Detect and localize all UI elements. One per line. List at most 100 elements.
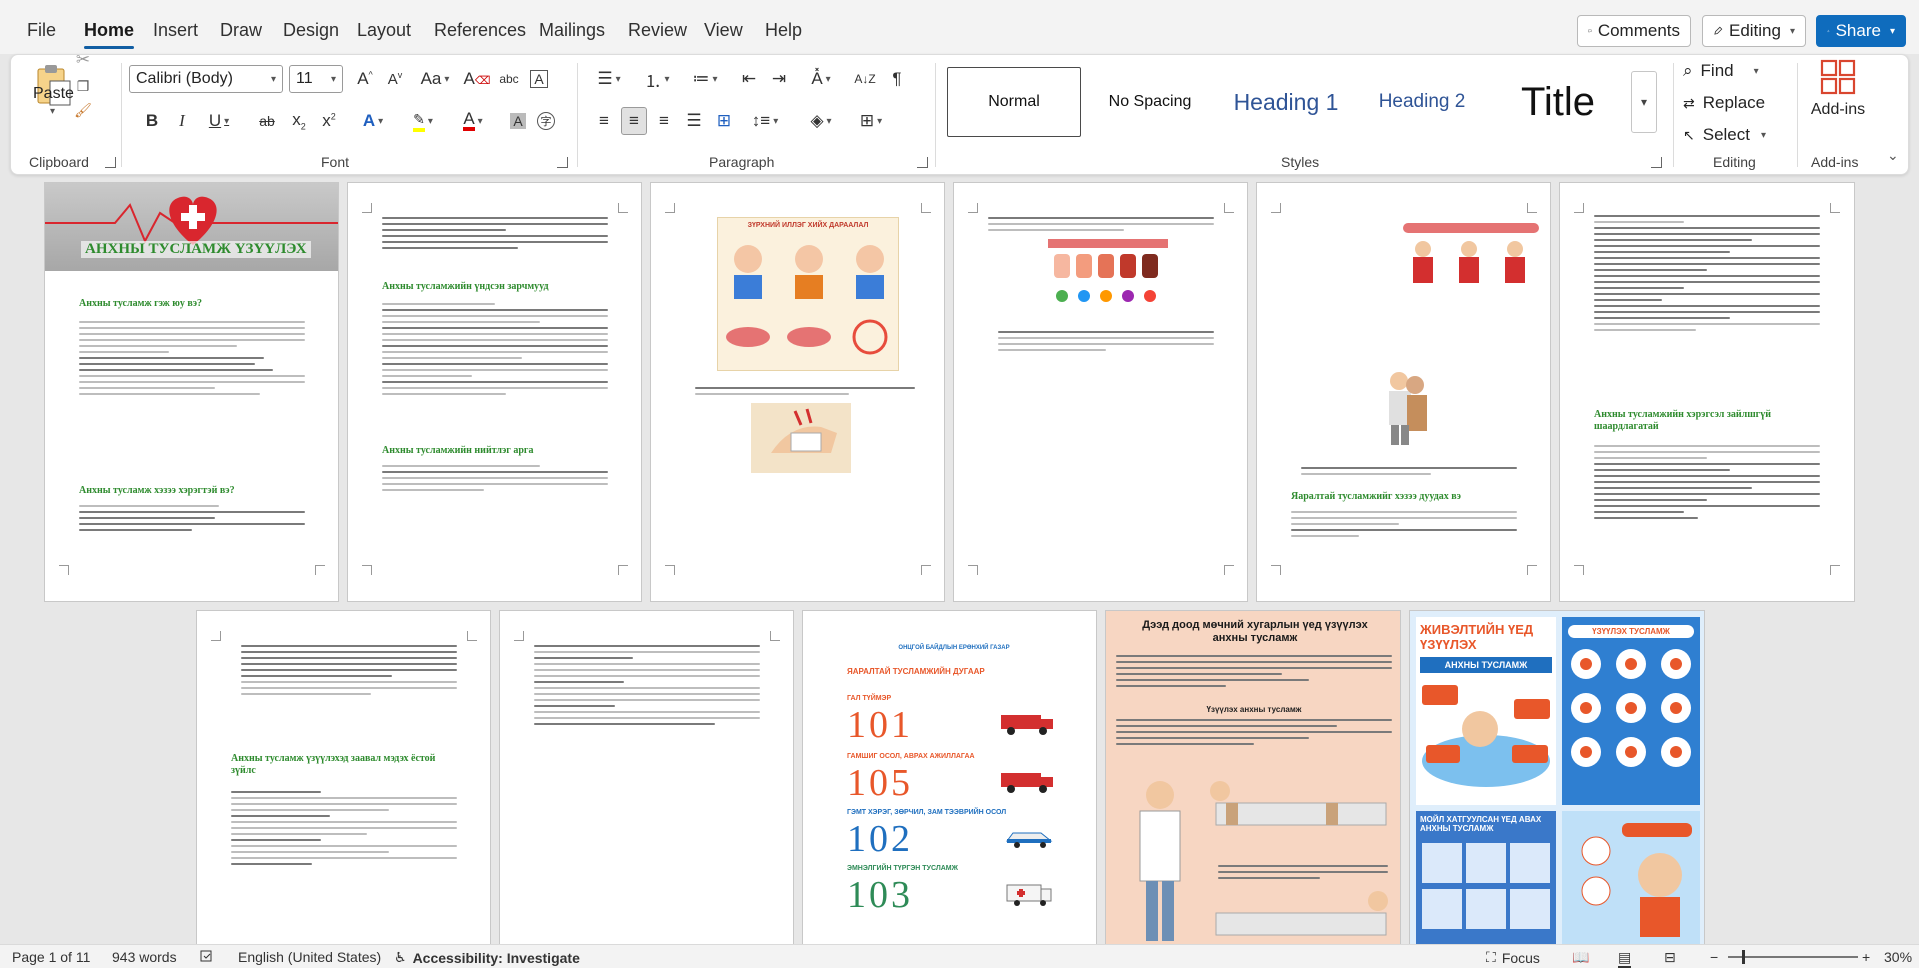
shading-button[interactable]: ◈ ▾ <box>801 107 841 135</box>
distributed-button[interactable]: ⊞ <box>711 107 737 135</box>
zoom-slider-thumb[interactable] <box>1742 950 1745 964</box>
focus-button[interactable]: ⛶ Focus <box>1486 949 1540 966</box>
document-canvas[interactable]: АНХНЫ ТУСЛАМЖ ҮЗҮҮЛЭХ Анхны тусламж гэж … <box>0 180 1919 944</box>
borders-button[interactable]: ⊞ ▾ <box>851 107 891 135</box>
align-left-button[interactable]: ≡ <box>591 107 617 135</box>
comments-button[interactable]: Comments <box>1577 15 1691 47</box>
clear-formatting-button[interactable]: A⌫ <box>463 65 491 93</box>
superscript-button[interactable]: x2 <box>315 107 343 135</box>
page-thumbnail-2[interactable]: Анхны тусламжийн үндсэн зарчмууд Анхны т… <box>347 182 642 602</box>
page-count[interactable]: Page 1 of 11 <box>12 949 90 965</box>
underline-button[interactable]: U ▾ <box>199 107 239 135</box>
show-marks-button[interactable]: ¶ <box>883 65 911 93</box>
bullets-button[interactable]: ☰ ▾ <box>589 65 629 93</box>
tab-layout[interactable]: Layout <box>357 20 411 41</box>
style-no-spacing[interactable]: No Spacing <box>1083 67 1217 137</box>
tab-home[interactable]: Home <box>84 20 135 49</box>
page5-body-text-2 <box>1291 511 1517 541</box>
character-shading-button[interactable]: A <box>505 107 531 135</box>
page-thumbnail-7[interactable]: Анхны тусламж үзүүлэхэд заавал мэдэх ёст… <box>196 610 491 944</box>
font-color-button[interactable]: A ▾ <box>453 107 493 135</box>
style-title[interactable]: Title <box>1491 67 1625 137</box>
tab-mailings[interactable]: Mailings <box>539 20 605 41</box>
dialog-launcher-icon[interactable] <box>105 157 116 168</box>
select-button[interactable]: ↖ Select ▾ <box>1683 125 1766 145</box>
phonetic-guide-button[interactable]: abc <box>495 65 523 93</box>
page-thumbnail-9[interactable]: ОНЦГОЙ БАЙДЛЫН ЕРӨНХИЙ ГАЗАР ЯАРАЛТАЙ ТУ… <box>802 610 1097 944</box>
add-ins-button[interactable]: Add-ins <box>1803 59 1873 145</box>
tab-review[interactable]: Review <box>628 20 687 41</box>
style-heading-2[interactable]: Heading 2 <box>1355 67 1489 137</box>
zoom-in-button[interactable]: + <box>1862 949 1870 965</box>
styles-gallery-expand[interactable]: ▾ <box>1631 71 1657 133</box>
proofing-icon[interactable] <box>200 949 214 963</box>
page-thumbnail-3[interactable]: ЗҮРХНИЙ ИЛЛЭГ ХИЙХ ДАРААЛАЛ <box>650 182 945 602</box>
align-right-icon: ≡ <box>659 111 669 130</box>
page-thumbnail-1[interactable]: АНХНЫ ТУСЛАМЖ ҮЗҮҮЛЭХ Анхны тусламж гэж … <box>44 182 339 602</box>
asian-layout-button[interactable]: A̽ ▾ <box>801 65 841 93</box>
subscript-button[interactable]: x2 <box>285 107 313 135</box>
tab-view[interactable]: View <box>704 20 743 41</box>
share-button[interactable]: Share ▾ <box>1816 15 1906 47</box>
page-thumbnail-11[interactable]: ЖИВЭЛТИЙН ҮЕД ҮЗҮҮЛЭХ АНХНЫ ТУСЛАМЖ ҮЗҮҮ… <box>1409 610 1705 944</box>
language-status[interactable]: English (United States) <box>238 949 381 965</box>
tab-file[interactable]: File <box>27 20 56 41</box>
style-normal[interactable]: Normal <box>947 67 1081 137</box>
add-ins-label: Add-ins <box>1810 101 1866 118</box>
change-case-button[interactable]: Aa ▾ <box>415 65 455 93</box>
sort-button[interactable]: A↓Z <box>851 65 879 93</box>
highlight-color-button[interactable]: ✎ ▾ <box>403 107 443 135</box>
sting-poster-title: МОЙЛ ХАТГУУЛСАН ҮЕД АВАХ АНХНЫ ТУСЛАМЖ <box>1420 815 1542 834</box>
tab-insert[interactable]: Insert <box>153 20 198 41</box>
zoom-out-button[interactable]: − <box>1710 949 1718 965</box>
word-count[interactable]: 943 words <box>112 949 177 965</box>
page-thumbnail-5[interactable]: Яаралтай тусламжийг хэзээ дуудах вэ <box>1256 182 1551 602</box>
grow-font-button[interactable]: A^ <box>351 65 379 93</box>
chevron-down-icon: ▾ <box>773 115 779 127</box>
accessibility-status[interactable]: ♿ Accessibility: Investigate <box>394 949 580 966</box>
numbering-button[interactable]: ⒈ ▾ <box>637 65 677 93</box>
increase-indent-button[interactable]: ⇥ <box>765 65 793 93</box>
dialog-launcher-icon[interactable] <box>1651 157 1662 168</box>
multilevel-list-button[interactable]: ≔ ▾ <box>685 65 725 93</box>
find-button[interactable]: ⌕ Find ▾ <box>1683 61 1759 81</box>
align-right-button[interactable]: ≡ <box>651 107 677 135</box>
replace-button[interactable]: ⇄ Replace <box>1683 93 1765 113</box>
read-mode-button[interactable]: 📖 <box>1572 949 1589 966</box>
zoom-level[interactable]: 30% <box>1884 949 1912 965</box>
shrink-font-button[interactable]: Av <box>381 65 409 93</box>
style-heading-1[interactable]: Heading 1 <box>1219 67 1353 137</box>
print-layout-button[interactable]: ▤ <box>1618 949 1632 968</box>
tab-design[interactable]: Design <box>283 20 339 41</box>
align-center-button[interactable]: ≡ <box>621 107 647 135</box>
font-name-select[interactable]: Calibri (Body) ▾ <box>129 65 283 93</box>
editing-mode-button[interactable]: Editing ▾ <box>1702 15 1806 47</box>
font-size-select[interactable]: 11 ▾ <box>289 65 343 93</box>
page-thumbnail-6[interactable]: Анхны тусламжийн хэрэгсэл зайлшгүй шаард… <box>1559 182 1855 602</box>
zoom-slider[interactable] <box>1728 950 1858 964</box>
page-thumbnail-8[interactable] <box>499 610 794 944</box>
decrease-indent-icon: ⇤ <box>741 69 757 88</box>
text-effects-button[interactable]: A ▾ <box>353 107 393 135</box>
collapse-ribbon-icon[interactable]: ⌄ <box>1887 147 1899 164</box>
dialog-launcher-icon[interactable] <box>917 157 928 168</box>
character-border-button[interactable]: A <box>525 65 553 93</box>
decrease-indent-button[interactable]: ⇤ <box>735 65 763 93</box>
line-spacing-button[interactable]: ↕≡ ▾ <box>745 107 785 135</box>
enclose-characters-button[interactable]: 字 <box>533 107 559 135</box>
justify-button[interactable]: ☰ <box>681 107 707 135</box>
tab-help[interactable]: Help <box>765 20 802 41</box>
page-thumbnail-4[interactable] <box>953 182 1248 602</box>
tab-references[interactable]: References <box>434 20 526 41</box>
dialog-launcher-icon[interactable] <box>557 157 568 168</box>
italic-button[interactable]: I <box>169 107 195 135</box>
web-layout-button[interactable]: ⊟ <box>1664 949 1676 966</box>
chevron-down-icon[interactable]: ▾ <box>50 106 55 117</box>
cut-button[interactable]: ✂ <box>71 49 95 71</box>
copy-button[interactable]: ❐ <box>71 75 95 97</box>
tab-draw[interactable]: Draw <box>220 20 262 41</box>
page-thumbnail-10[interactable]: Дээд доод мөчний хугарлын үед үзүүлэх ан… <box>1105 610 1401 944</box>
format-painter-button[interactable]: 🖌 <box>71 99 95 121</box>
strikethrough-button[interactable]: ab <box>253 107 281 135</box>
bold-button[interactable]: B <box>139 107 165 135</box>
